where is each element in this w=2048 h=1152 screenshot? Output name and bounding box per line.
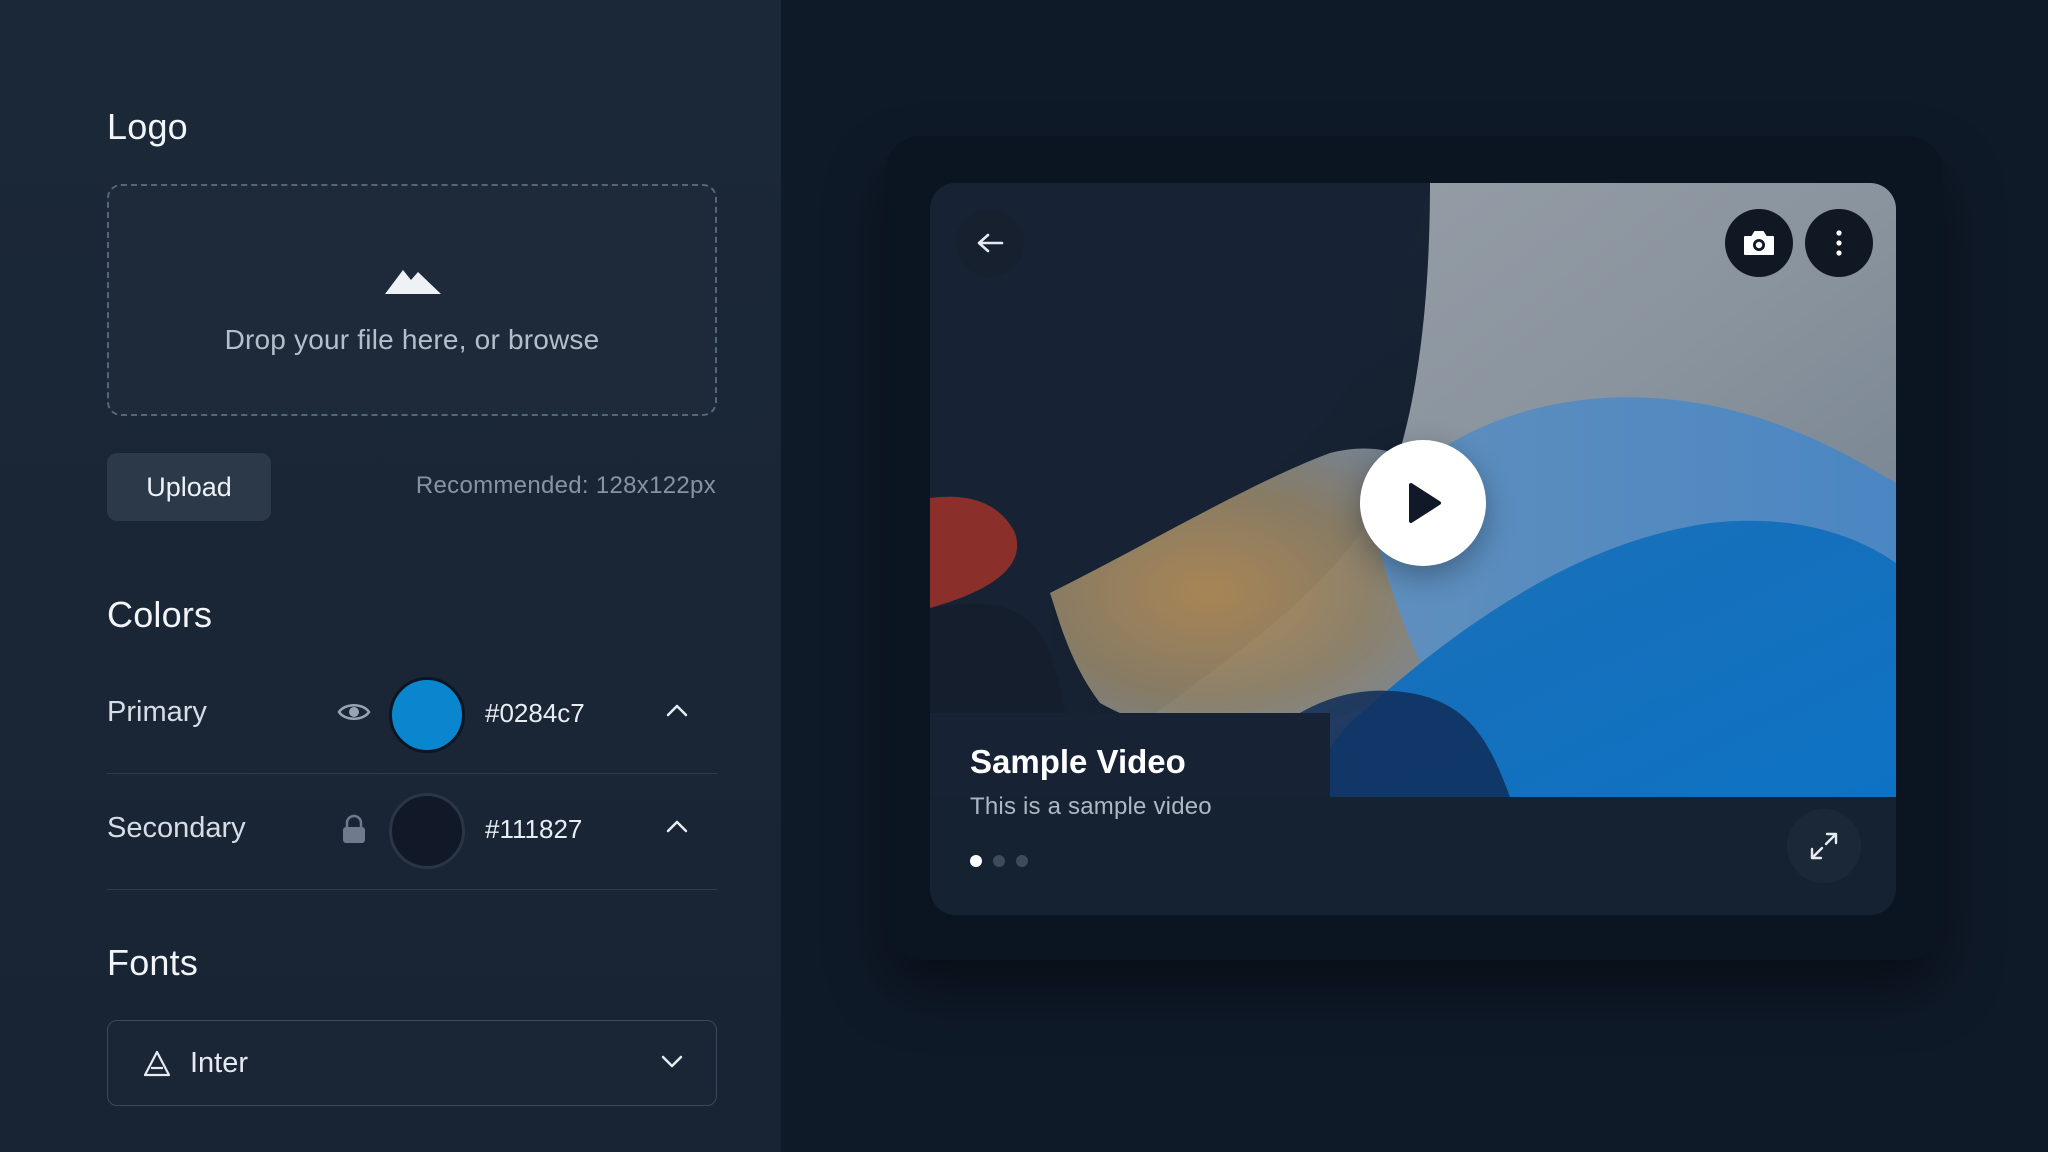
logo-section-title: Logo: [107, 106, 188, 147]
chevron-down-icon[interactable]: [660, 1053, 684, 1069]
font-icon: [143, 1050, 171, 1077]
camera-icon: [1744, 231, 1774, 255]
more-menu-button[interactable]: [1805, 209, 1873, 277]
color-row-primary: Primary #0284c7: [107, 658, 717, 774]
slide-dot[interactable]: [993, 855, 1005, 867]
recommended-size-hint: Recommended: 128x122px: [415, 472, 716, 499]
mountain-icon: [385, 270, 441, 294]
color-label-primary: Primary: [107, 696, 207, 728]
chevron-up-icon[interactable]: [665, 702, 689, 718]
color-hex-secondary[interactable]: #111827: [485, 814, 582, 845]
fonts-section-title: Fonts: [107, 942, 199, 983]
arrow-left-icon: [977, 233, 1004, 253]
slide-indicator: [970, 855, 1028, 867]
more-vertical-icon: [1836, 230, 1842, 256]
back-button[interactable]: [956, 209, 1024, 277]
play-icon: [1409, 483, 1441, 523]
chevron-up-icon[interactable]: [665, 818, 689, 834]
color-hex-primary[interactable]: #0284c7: [485, 698, 585, 729]
fullscreen-button[interactable]: [1787, 809, 1861, 883]
video-player: Sample Video This is a sample video: [930, 183, 1896, 915]
video-subtitle: This is a sample video: [970, 793, 1212, 820]
color-swatch-secondary[interactable]: [389, 793, 465, 869]
settings-panel: Logo Drop your file here, or browse Uplo…: [0, 0, 781, 1152]
color-row-secondary: Secondary #111827: [107, 774, 717, 890]
color-label-secondary: Secondary: [107, 812, 246, 844]
colors-section-title: Colors: [107, 594, 213, 635]
font-select-value: Inter: [190, 1047, 249, 1079]
logo-dropzone[interactable]: Drop your file here, or browse: [107, 184, 717, 416]
dropzone-text: Drop your file here, or browse: [224, 324, 600, 355]
upload-button[interactable]: Upload: [107, 453, 271, 521]
expand-icon: [1810, 832, 1838, 860]
app-root: Logo Drop your file here, or browse Uplo…: [0, 0, 2048, 1152]
font-select[interactable]: Inter: [107, 1020, 717, 1106]
eye-icon[interactable]: [337, 700, 371, 724]
color-swatch-primary[interactable]: [389, 677, 465, 753]
slide-dot[interactable]: [970, 855, 982, 867]
lock-icon[interactable]: [340, 814, 368, 844]
camera-button[interactable]: [1725, 209, 1793, 277]
video-title: Sample Video: [970, 743, 1186, 780]
slide-dot[interactable]: [1016, 855, 1028, 867]
play-button[interactable]: [1360, 440, 1486, 566]
